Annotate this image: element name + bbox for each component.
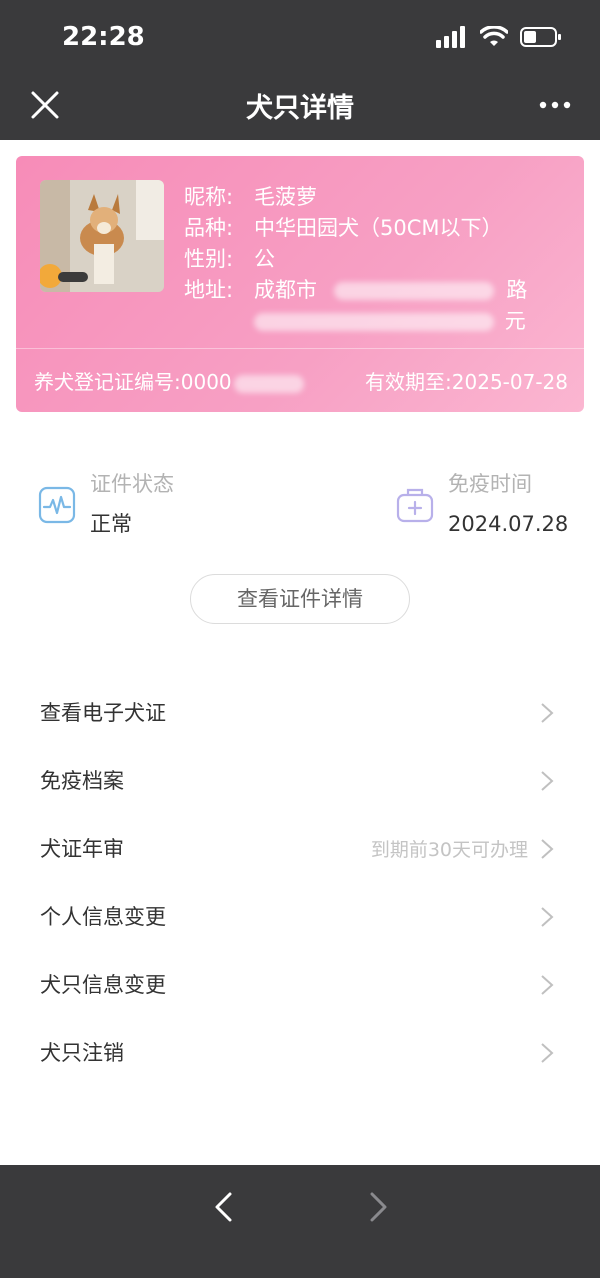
card-footer: 养犬登记证编号:0000 有效期至:2025-07-28 — [34, 366, 568, 395]
breed-value: 中华田园犬（50CM以下） — [254, 216, 503, 240]
chevron-right-icon — [541, 907, 554, 927]
vaccine-time: 免疫时间 2024.07.28 — [396, 470, 568, 538]
menu-item-label: 个人信息变更 — [40, 905, 166, 929]
address-row: 地址: 成都市 路 — [184, 275, 527, 306]
address-label: 地址: — [184, 278, 234, 302]
nickname-row: 昵称: 毛菠萝 — [184, 182, 527, 213]
menu-item-electronic-license[interactable]: 查看电子犬证 — [0, 678, 600, 746]
menu-item-label: 免疫档案 — [40, 769, 124, 793]
pulse-icon — [38, 486, 76, 524]
menu-item-vaccine-records[interactable]: 免疫档案 — [0, 746, 600, 814]
menu-item-label: 犬只信息变更 — [40, 973, 166, 997]
annual-review-hint: 到期前30天可办理 — [370, 838, 528, 861]
cert-status: 证件状态 正常 — [38, 470, 174, 538]
action-menu: 查看电子犬证 免疫档案 犬证年审 到期前30天可办理 个人信息变更 犬只信息变更… — [0, 678, 600, 1086]
address-prefix: 成都市 — [254, 278, 317, 302]
address-redaction — [333, 282, 494, 300]
gender-row: 性别: 公 — [184, 244, 527, 275]
menu-item-dog-info-change[interactable]: 犬只信息变更 — [0, 950, 600, 1018]
registration-number: 养犬登记证编号:0000 — [34, 366, 304, 395]
gender-label: 性别: — [184, 247, 234, 271]
breed-row: 品种: 中华田园犬（50CM以下） — [184, 213, 527, 244]
address-redaction-2 — [254, 313, 494, 331]
card-info: 昵称: 毛菠萝 品种: 中华田园犬（50CM以下） 性别: 公 地址: 成都市 … — [184, 182, 527, 337]
chevron-right-icon — [541, 1043, 554, 1063]
chevron-right-icon — [541, 975, 554, 995]
address-suffix-1: 路 — [506, 278, 528, 302]
chevron-right-icon — [541, 839, 554, 859]
chevron-right-icon — [541, 771, 554, 791]
vaccine-time-value: 2024.07.28 — [448, 512, 569, 536]
vaccine-time-label: 免疫时间 — [448, 472, 532, 496]
pet-photo — [40, 180, 164, 292]
cert-status-label: 证件状态 — [90, 472, 174, 496]
gender-value: 公 — [254, 247, 275, 271]
breed-label: 品种: — [184, 216, 234, 240]
registration-number-visible: 0000 — [180, 370, 232, 394]
wifi-icon — [480, 26, 508, 46]
address-value: 成都市 路 — [254, 275, 527, 306]
status-time: 22:28 — [62, 22, 145, 52]
valid-until: 有效期至:2025-07-28 — [365, 366, 568, 395]
card-divider — [16, 348, 584, 349]
menu-item-label: 犬证年审 — [40, 837, 124, 861]
back-arrow-icon[interactable] — [212, 1191, 234, 1223]
menu-item-label: 查看电子犬证 — [40, 701, 166, 725]
menu-item-annual-review[interactable]: 犬证年审 到期前30天可办理 — [0, 814, 600, 882]
address-suffix-2: 元 — [504, 309, 526, 333]
view-certificate-detail-button[interactable]: 查看证件详情 — [190, 574, 410, 624]
address-row-2: 元 — [184, 306, 527, 337]
registration-label: 养犬登记证编号: — [34, 370, 181, 394]
cert-status-value: 正常 — [90, 512, 132, 536]
nickname-label: 昵称: — [184, 185, 234, 209]
status-icons — [436, 26, 562, 48]
nickname-value: 毛菠萝 — [254, 185, 317, 209]
battery-icon — [520, 27, 561, 47]
chevron-right-icon — [541, 703, 554, 723]
dog-license-card[interactable]: 昵称: 毛菠萝 品种: 中华田园犬（50CM以下） 性别: 公 地址: 成都市 … — [16, 156, 584, 412]
menu-item-dog-deregister[interactable]: 犬只注销 — [0, 1018, 600, 1086]
more-icon[interactable] — [538, 92, 572, 118]
signal-icon — [436, 26, 465, 48]
top-bar: 22:28 犬只详情 — [0, 0, 600, 140]
registration-redaction — [233, 374, 304, 393]
valid-until-label: 有效期至: — [365, 370, 452, 394]
medical-kit-icon — [396, 488, 434, 523]
forward-arrow-icon[interactable] — [368, 1191, 390, 1223]
menu-item-label: 犬只注销 — [40, 1041, 124, 1065]
page-title: 犬只详情 — [246, 93, 354, 124]
bottom-nav-bar — [0, 1165, 600, 1278]
menu-item-personal-info-change[interactable]: 个人信息变更 — [0, 882, 600, 950]
valid-until-value: 2025-07-28 — [451, 370, 568, 394]
